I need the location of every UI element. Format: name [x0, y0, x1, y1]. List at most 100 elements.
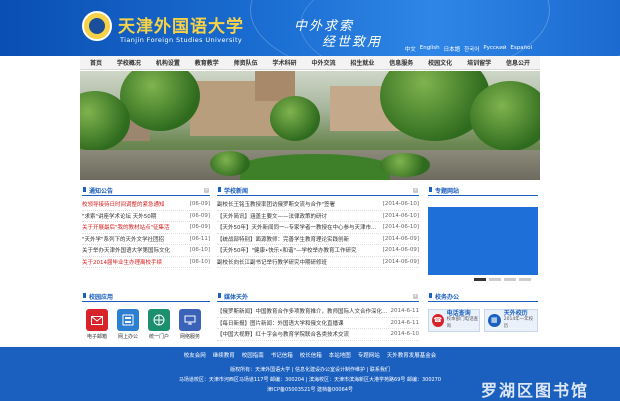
- notice-title[interactable]: "天外学"系列下的天外文学社团招: [82, 235, 164, 243]
- news-item[interactable]: 【天外简讯】涵盖主要文——法律政策的研讨 [2014-06-10]: [217, 211, 419, 222]
- university-name[interactable]: 天津外国语大学: [118, 12, 244, 37]
- media-item[interactable]: 【中国大视野】红十字会与教育学院联合各类技术交流 2014-6-10: [217, 329, 419, 341]
- news-date: [2014-06-09]: [382, 235, 419, 242]
- footer-links: 校友会网 继续教育 校园指南 书记信箱 校长信箱 本站地图 专题网站 天外教育发…: [80, 349, 540, 360]
- school-calendar-button[interactable]: ▦ 天外校历 2014年一年校历: [484, 309, 538, 332]
- network-icon[interactable]: [179, 309, 201, 331]
- notice-item[interactable]: 关于开展最后"我的教材站点"征集活 [06-09]: [82, 222, 210, 234]
- news-date: [2014-06-09]: [382, 258, 419, 265]
- campus-banner-image[interactable]: [80, 71, 540, 180]
- footer-link-sitemap[interactable]: 本站地图: [329, 351, 351, 359]
- slide-dot[interactable]: [504, 278, 516, 281]
- portal-icon[interactable]: [148, 309, 170, 331]
- school-news-more-button[interactable]: +: [413, 188, 418, 193]
- news-date: [2014-06-10]: [382, 201, 419, 208]
- news-item[interactable]: 【天外50年】"健康•快乐•和谐"—学校举办教育工作研究 [2014-06-09]: [217, 245, 419, 257]
- notice-date: [06-11]: [189, 235, 210, 242]
- footer-link-special-sites[interactable]: 专题网站: [358, 351, 380, 359]
- nav-item-exchange[interactable]: 中外交流: [311, 58, 335, 67]
- nav-item-disclosure[interactable]: 信息公开: [506, 58, 530, 67]
- footer-link-campus-guide[interactable]: 校园指南: [242, 351, 264, 359]
- footer-link-foundation[interactable]: 天外教育发展基金会: [387, 351, 437, 359]
- notice-title[interactable]: 关于2014届毕业生办理离校手续: [82, 258, 162, 266]
- news-title[interactable]: 【天外50年】"健康•快乐•和谐"—学校举办教育工作研究: [217, 246, 357, 254]
- nav-item-education[interactable]: 教育教学: [195, 58, 219, 67]
- nav-item-about[interactable]: 学校概况: [117, 58, 141, 67]
- media-item-date: 2014-6-11: [390, 308, 419, 315]
- nav-item-training[interactable]: 培训留学: [467, 58, 491, 67]
- notice-item[interactable]: 关于举办天津外国语大学第国际文化 [06-10]: [82, 245, 210, 257]
- news-title[interactable]: 【天外简讯】涵盖主要文——法律政策的研讨: [217, 212, 327, 220]
- nav-item-home[interactable]: 首页: [90, 58, 102, 67]
- lang-link-ko[interactable]: 한국어: [464, 45, 479, 53]
- notice-item[interactable]: "求索"讲座学术论坛 天外50期 [06-09]: [82, 211, 210, 222]
- notice-item[interactable]: "天外学"系列下的天外文学社团招 [06-11]: [82, 234, 210, 245]
- lang-link-zh[interactable]: 中文: [405, 45, 416, 53]
- app-label-network[interactable]: 网络服务: [176, 333, 204, 340]
- news-item[interactable]: 副校长向长江副书记举行教学研究中期研修班 [2014-06-09]: [217, 257, 419, 268]
- lang-link-ru[interactable]: Русский: [483, 45, 506, 53]
- footer-link-president-mail[interactable]: 校长信箱: [300, 351, 322, 359]
- news-title[interactable]: 副校长向长江副书记举行教学研究中期研修班: [217, 258, 327, 266]
- news-date: [2014-06-10]: [382, 224, 419, 231]
- footer-link-secretary-mail[interactable]: 书记信箱: [271, 351, 293, 359]
- notice-title[interactable]: 关于开展最后"我的教材站点"征集活: [82, 223, 170, 231]
- office-icon[interactable]: [117, 309, 139, 331]
- media-item[interactable]: 【每日新报】图片新闻：外国语大学和俄文化直播课 2014-6-11: [217, 318, 419, 329]
- school-news-title: 学校新闻: [217, 186, 248, 195]
- school-calendar-sub: 2014年一年校历: [503, 317, 534, 329]
- notice-item[interactable]: 关于2014届毕业生办理离校手续 [06-10]: [82, 257, 210, 268]
- app-label-email[interactable]: 电子邮箱: [83, 333, 111, 340]
- app-label-office[interactable]: 网上办公: [114, 333, 142, 340]
- media-item-date: 2014-6-11: [390, 319, 419, 326]
- news-title[interactable]: 副校长王铭玉教授率团访俄罗斯交流与合作"签署: [217, 200, 335, 208]
- slide-dot[interactable]: [519, 278, 531, 281]
- footer-link-alumni[interactable]: 校友会网: [184, 351, 206, 359]
- media-item-title[interactable]: 【每日新报】图片新闻：外国语大学和俄文化直播课: [217, 319, 344, 327]
- news-item[interactable]: 副校长王铭玉教授率团访俄罗斯交流与合作"签署 [2014-06-10]: [217, 199, 419, 211]
- app-label-portal[interactable]: 统一门户: [145, 333, 173, 340]
- slogan-line-2: 经世致用: [322, 35, 383, 50]
- phone-lookup-sub: 校本部门电话查询: [446, 317, 479, 329]
- nav-item-services[interactable]: 信息服务: [389, 58, 413, 67]
- media-item-date: 2014-6-10: [390, 331, 419, 338]
- media-item[interactable]: 【俄罗斯新闻】中国教育合作多项教育推介，教师国际人文合作深化交流内容与此前的合作…: [217, 306, 419, 318]
- nav-item-research[interactable]: 学术科研: [273, 58, 297, 67]
- notice-item[interactable]: 校领导接待日时间调整的紧急通知 [06-09]: [82, 199, 210, 211]
- lang-link-ja[interactable]: 日本語: [444, 45, 461, 53]
- nav-item-admissions[interactable]: 招生就业: [350, 58, 374, 67]
- notice-date: [06-09]: [189, 212, 210, 219]
- notice-title[interactable]: 校领导接待日时间调整的紧急通知: [82, 200, 165, 208]
- feature-slide-pager: [474, 278, 531, 281]
- nav-item-faculty[interactable]: 师资队伍: [234, 58, 258, 67]
- footer-address: 马场道校区：天津市河西区马场道117号 邮编：300204 | 滨海校区：天津市…: [178, 377, 442, 383]
- calendar-icon: ▦: [488, 314, 501, 327]
- university-seal-icon[interactable]: [82, 11, 112, 41]
- footer-copyright: 版权所有：天津外国语大学 | 信息化建设办公室设计制作维护 | 联系我们: [230, 367, 390, 373]
- campus-apps-title: 校园应用: [82, 292, 113, 301]
- news-title[interactable]: 【统战部特别】面源教师：完善学生教育理论实践创新: [217, 235, 349, 243]
- notices-more-button[interactable]: +: [204, 188, 209, 193]
- nav-item-departments[interactable]: 机构设置: [156, 58, 180, 67]
- media-title: 媒体天外: [217, 292, 248, 301]
- slide-dot[interactable]: [489, 278, 501, 281]
- phone-lookup-button[interactable]: ☎ 电话查询 校本部门电话查询: [428, 309, 480, 332]
- footer-link-continuing-ed[interactable]: 继续教育: [213, 351, 235, 359]
- email-icon[interactable]: [86, 309, 108, 331]
- school-news-list: 副校长王铭玉教授率团访俄罗斯交流与合作"签署 [2014-06-10] 【天外简讯…: [217, 199, 419, 268]
- lang-link-es[interactable]: Español: [510, 45, 532, 53]
- notice-title[interactable]: 关于举办天津外国语大学第国际文化: [82, 246, 170, 254]
- news-item[interactable]: 【统战部特别】面源教师：完善学生教育理论实践创新 [2014-06-09]: [217, 234, 419, 245]
- nav-item-culture[interactable]: 校园文化: [428, 58, 452, 67]
- feature-site-slide[interactable]: [428, 207, 538, 275]
- media-more-button[interactable]: +: [413, 294, 418, 299]
- news-title[interactable]: 【天外50年】天外新闻同一--专家学者一教授在中心参与天津市教育: [217, 223, 381, 231]
- phone-icon: ☎: [432, 314, 444, 327]
- media-item-title[interactable]: 【俄罗斯新闻】中国教育合作多项教育推介，教师国际人文合作深化交流内容与此前的合作: [217, 307, 389, 315]
- notice-title[interactable]: "求索"讲座学术论坛 天外50期: [82, 212, 156, 220]
- slide-dot[interactable]: [474, 278, 486, 281]
- lang-link-en[interactable]: English: [420, 45, 440, 53]
- news-item[interactable]: 【天外50年】天外新闻同一--专家学者一教授在中心参与天津市教育 [2014-06…: [217, 222, 419, 234]
- media-item-title[interactable]: 【中国大视野】红十字会与教育学院联合各类技术交流: [217, 330, 349, 338]
- notice-date: [06-09]: [189, 224, 210, 231]
